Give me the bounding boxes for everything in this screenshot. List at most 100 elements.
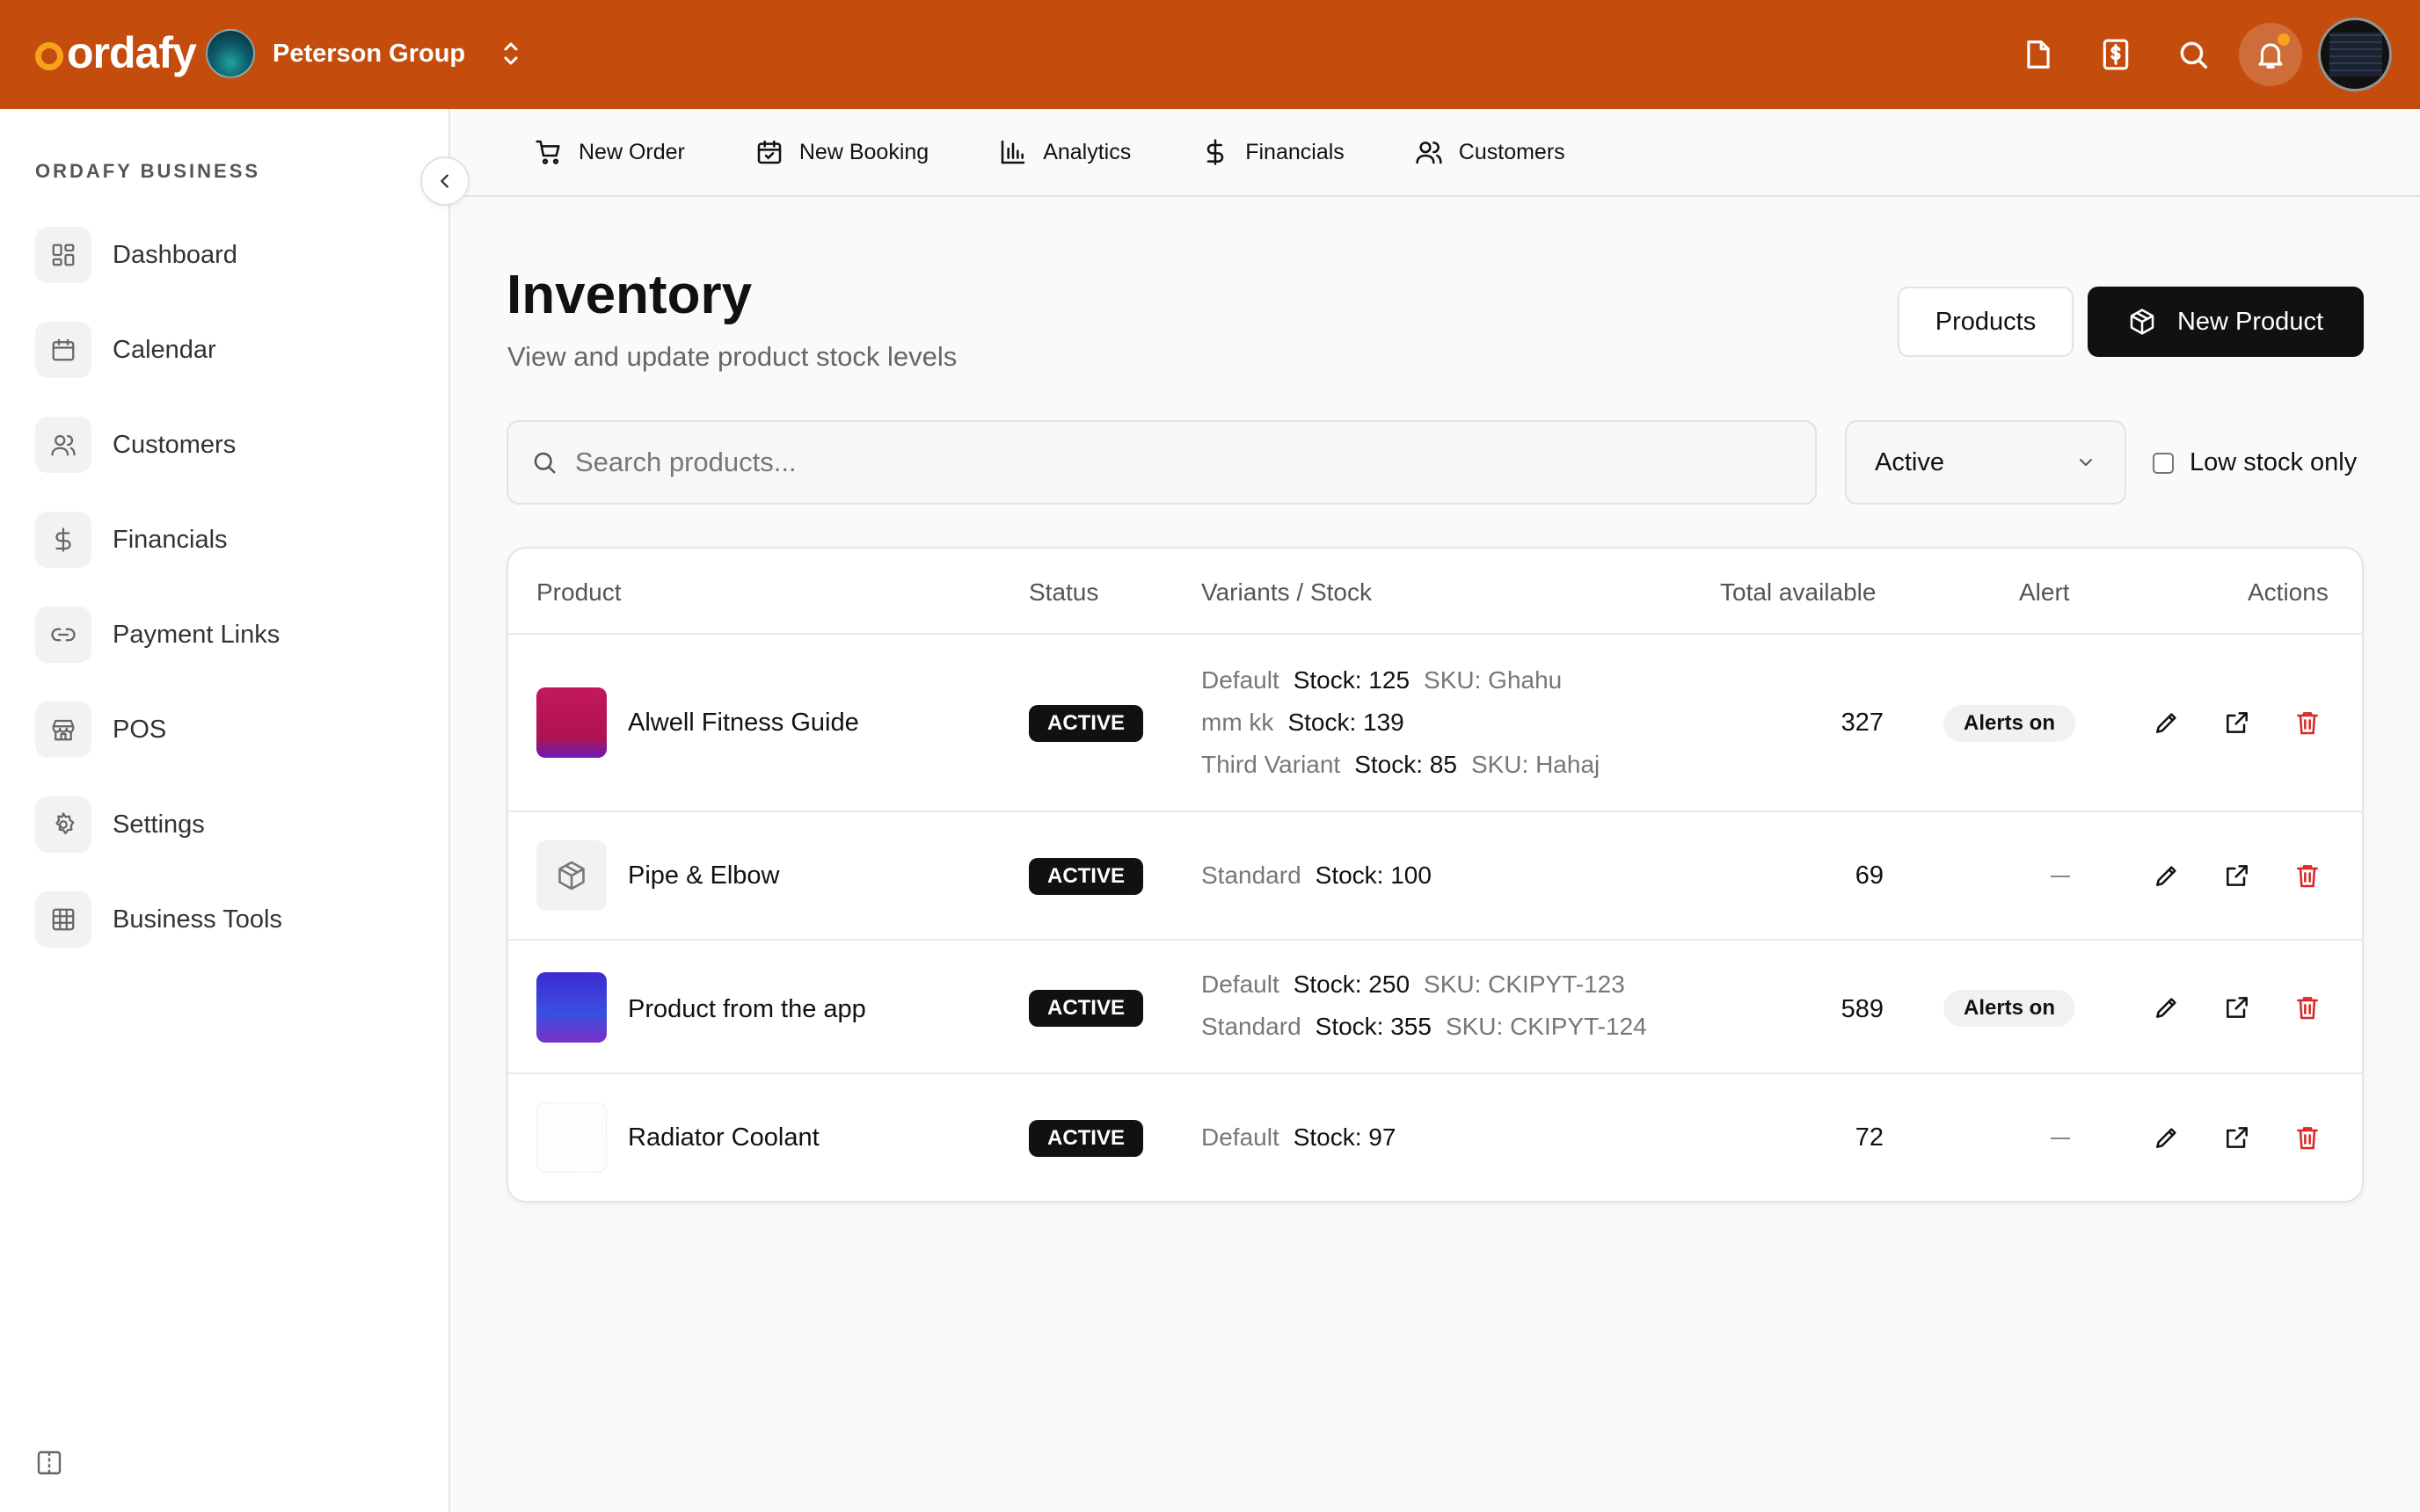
low-stock-checkbox[interactable]: [2153, 452, 2174, 474]
dashboard-icon: [35, 227, 91, 283]
table-row[interactable]: Product from the app ACTIVE Default Stock…: [508, 941, 2362, 1074]
status-badge: ACTIVE: [1029, 705, 1143, 742]
sidebar-item-label: Business Tools: [113, 905, 282, 934]
trash-icon[interactable]: [2288, 703, 2327, 742]
status-badge: ACTIVE: [1029, 858, 1143, 895]
table-row[interactable]: Radiator Coolant ACTIVE Default Stock: 97…: [508, 1074, 2362, 1201]
column-header-alert: Alert: [2019, 578, 2070, 606]
cart-icon: [536, 140, 560, 164]
logo[interactable]: ordafy: [35, 26, 197, 79]
logo-mark-icon: [35, 42, 63, 70]
calendar-check-icon: [757, 140, 782, 164]
sidebar-item-pos[interactable]: POS: [35, 701, 422, 758]
grid-icon: [35, 891, 91, 948]
product-name[interactable]: Pipe & Elbow: [628, 861, 780, 890]
sidebar-item-payment-links[interactable]: Payment Links: [35, 607, 422, 663]
status-select-value: Active: [1875, 447, 1944, 476]
variant-line: Standard Stock: 355 SKU: CKIPYT-124: [1201, 1006, 1647, 1048]
sidebar: ORDAFY BUSINESS Dashboard Calendar Custo…: [0, 109, 450, 1512]
variant-sku: SKU: Ghahu: [1424, 666, 1563, 694]
user-avatar[interactable]: [2318, 18, 2392, 91]
search-icon[interactable]: [2161, 23, 2225, 86]
sidebar-item-label: POS: [113, 715, 167, 744]
variant-stock: Stock: 125: [1293, 666, 1410, 694]
external-link-icon[interactable]: [2218, 1118, 2256, 1157]
variant-line: mm kk Stock: 139: [1201, 701, 1600, 744]
variant-list: Default Stock: 97: [1201, 1116, 1410, 1159]
product-name[interactable]: Product from the app: [628, 995, 866, 1024]
quick-nav: New Order New Booking Analytics Financia…: [450, 109, 2420, 197]
new-product-button[interactable]: New Product: [2088, 287, 2364, 357]
sidebar-item-calendar[interactable]: Calendar: [35, 322, 422, 378]
column-header-variants: Variants / Stock: [1201, 578, 1373, 606]
sidebar-item-dashboard[interactable]: Dashboard: [35, 227, 422, 283]
chevron-up-down-icon: [500, 36, 521, 71]
quicknav-label: Customers: [1458, 139, 1565, 164]
variant-list: Default Stock: 250 SKU: CKIPYT-123 Standar…: [1201, 963, 1647, 1048]
edit-icon[interactable]: [2147, 703, 2186, 742]
external-link-icon[interactable]: [2218, 856, 2256, 895]
total-available: 327: [1841, 709, 1884, 737]
logo-text: ordafy: [67, 28, 197, 77]
product-name[interactable]: Alwell Fitness Guide: [628, 709, 859, 738]
variant-sku: SKU: CKIPYT-124: [1445, 1013, 1647, 1040]
gear-icon: [35, 796, 91, 853]
product-thumbnail: [536, 972, 607, 1043]
search-input[interactable]: [575, 447, 1718, 478]
variant-sku: SKU: Hahaj: [1470, 751, 1600, 778]
org-switcher[interactable]: Peterson Group: [206, 28, 521, 79]
table-row[interactable]: Alwell Fitness Guide ACTIVE Default Stock…: [508, 635, 2362, 812]
sidebar-item-label: Settings: [113, 810, 205, 839]
variant-line: Default Stock: 250 SKU: CKIPYT-123: [1201, 963, 1647, 1006]
external-link-icon[interactable]: [2218, 988, 2256, 1027]
link-icon: [35, 607, 91, 663]
product-name[interactable]: Radiator Coolant: [628, 1123, 820, 1152]
quicknav-analytics[interactable]: Analytics: [999, 138, 1131, 166]
product-thumbnail: [536, 1102, 607, 1173]
edit-icon[interactable]: [2147, 1118, 2186, 1157]
quicknav-label: Financials: [1245, 139, 1345, 164]
column-header-actions: Actions: [2248, 578, 2329, 606]
search-box: [507, 420, 1817, 505]
search-icon: [534, 452, 556, 474]
notifications-button[interactable]: [2239, 23, 2302, 86]
org-avatar: [206, 29, 255, 78]
sidebar-item-financials[interactable]: Financials: [35, 512, 422, 568]
variant-stock: Stock: 250: [1293, 970, 1410, 998]
variant-name: Default: [1201, 970, 1279, 998]
alert-badge: Alerts on: [1943, 990, 2075, 1027]
package-icon: [558, 861, 585, 890]
low-stock-filter[interactable]: Low stock only: [2153, 448, 2357, 477]
trash-icon[interactable]: [2288, 1118, 2327, 1157]
alert-badge: Alerts on: [1943, 705, 2075, 742]
variant-name: Standard: [1201, 1013, 1301, 1040]
table-row[interactable]: Pipe & Elbow ACTIVE Standard Stock: 100 6…: [508, 812, 2362, 941]
edit-icon[interactable]: [2147, 856, 2186, 895]
collapse-sidebar-button[interactable]: [420, 156, 470, 206]
status-select[interactable]: Active: [1845, 420, 2126, 505]
users-icon: [1416, 142, 1442, 164]
trash-icon[interactable]: [2288, 988, 2327, 1027]
sidebar-item-business-tools[interactable]: Business Tools: [35, 891, 422, 948]
sidebar-item-label: Dashboard: [113, 240, 237, 269]
dollar-icon: [1206, 139, 1224, 165]
document-icon[interactable]: [2007, 23, 2070, 86]
sidebar-item-settings[interactable]: Settings: [35, 796, 422, 853]
sidebar-item-label: Financials: [113, 525, 228, 554]
products-button[interactable]: Products: [1898, 287, 2074, 357]
status-badge: ACTIVE: [1029, 1120, 1143, 1157]
quicknav-financials[interactable]: Financials: [1201, 138, 1345, 166]
invoice-icon[interactable]: [2084, 23, 2147, 86]
quicknav-new-order[interactable]: New Order: [535, 138, 685, 166]
sidebar-toggle-icon[interactable]: [35, 1449, 63, 1477]
trash-icon[interactable]: [2288, 856, 2327, 895]
users-icon: [35, 417, 91, 473]
edit-icon[interactable]: [2147, 988, 2186, 1027]
notification-dot: [2278, 33, 2290, 46]
table-header: Product Status Variants / Stock Total av…: [508, 549, 2362, 635]
external-link-icon[interactable]: [2218, 703, 2256, 742]
total-available: 72: [1855, 1123, 1884, 1152]
sidebar-item-customers[interactable]: Customers: [35, 417, 422, 473]
quicknav-customers[interactable]: Customers: [1415, 138, 1565, 166]
quicknav-new-booking[interactable]: New Booking: [755, 138, 929, 166]
